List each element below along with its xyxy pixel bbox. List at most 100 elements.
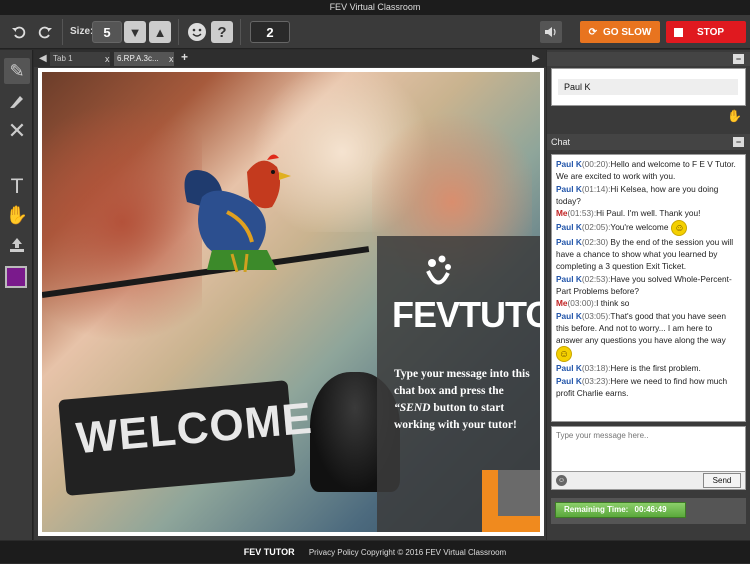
chat-sender: Paul K bbox=[556, 183, 582, 194]
smiley-icon bbox=[188, 23, 206, 41]
chat-timestamp: (02:05): bbox=[581, 221, 611, 232]
toolbar-divider bbox=[62, 19, 63, 45]
chat-timestamp: (00:20): bbox=[581, 159, 611, 169]
tab-1[interactable]: Tab 1 bbox=[50, 52, 110, 66]
chat-sender: Paul K bbox=[556, 159, 582, 169]
size-decrease-button[interactable]: ▼ bbox=[124, 21, 146, 43]
size-value: 5 bbox=[92, 21, 122, 43]
chat-message: Paul K(03:05):That's good that you have … bbox=[556, 310, 741, 362]
raise-hand-icon[interactable]: ✋ bbox=[727, 109, 742, 123]
chat-timestamp: (03:00): bbox=[567, 298, 597, 308]
chat-message: Paul K(03:18):Here is the first problem. bbox=[556, 362, 741, 374]
clear-icon[interactable]: ✕ bbox=[4, 118, 30, 144]
chat-sender: Paul K bbox=[556, 221, 582, 232]
chat-message: Paul K(01:14):Hi Kelsea, how are you doi… bbox=[556, 183, 741, 207]
fev-logo-mark bbox=[426, 255, 451, 285]
size-label: Size: bbox=[70, 26, 94, 37]
footer: FEV TUTOR Privacy Policy Copyright © 201… bbox=[0, 541, 750, 563]
minimize-participants-icon[interactable]: − bbox=[733, 54, 744, 64]
color-swatch[interactable] bbox=[5, 266, 27, 288]
smiley-emoji-icon: ☺ bbox=[671, 219, 688, 236]
tab-scroll-right-icon[interactable]: ▶ bbox=[532, 52, 540, 66]
stop-label: STOP bbox=[697, 26, 725, 38]
send-button[interactable]: Send bbox=[703, 473, 741, 488]
chat-sender: Paul K bbox=[556, 375, 582, 386]
whiteboard-canvas[interactable]: WELCOME FEVTUTOR Type your message into … bbox=[38, 68, 544, 536]
redo-icon[interactable] bbox=[34, 21, 56, 43]
smiley-emoji-icon: ☺ bbox=[556, 345, 572, 362]
top-toolbar: Size: 5 ▼ ▲ ? 2 ⟳ GO SLOW STOP bbox=[0, 15, 750, 49]
chat-input-area bbox=[551, 426, 746, 472]
chat-sender: Paul K bbox=[556, 310, 582, 321]
overlay-instructions: Type your message into this chat box and… bbox=[394, 368, 530, 431]
close-tab-2-icon[interactable]: x bbox=[169, 52, 174, 66]
chat-timestamp: (02:30) bbox=[581, 237, 609, 247]
chat-header: Chat − bbox=[547, 134, 750, 150]
chat-timestamp: (03:23): bbox=[581, 375, 611, 386]
upload-icon[interactable] bbox=[4, 232, 30, 258]
undo-icon[interactable] bbox=[8, 21, 30, 43]
chat-timestamp: (01:53): bbox=[567, 208, 597, 218]
arrow-down-icon: ▼ bbox=[128, 24, 142, 40]
toolbar-divider bbox=[178, 19, 179, 45]
stop-button[interactable]: STOP bbox=[666, 21, 746, 43]
remaining-time-label: Remaining Time: bbox=[564, 505, 629, 514]
pencil-icon[interactable]: ✎ bbox=[4, 58, 30, 84]
tab-bar: ◀ Tab 1 x 6.RP.A.3c... x + ▶ bbox=[34, 50, 546, 67]
tab-2[interactable]: 6.RP.A.3c... bbox=[114, 52, 174, 66]
chat-message: Paul K(02:53):Have you solved Whole-Perc… bbox=[556, 273, 741, 297]
speaker-button[interactable] bbox=[540, 21, 562, 43]
rooster-figure bbox=[184, 154, 291, 273]
go-slow-button[interactable]: ⟳ GO SLOW bbox=[580, 21, 660, 43]
toolbar-divider bbox=[240, 19, 241, 45]
participant-name[interactable]: Paul K bbox=[558, 79, 738, 95]
remaining-time-bar: Remaining Time: 00:46:49 bbox=[555, 502, 686, 518]
chat-text: I think so bbox=[596, 298, 630, 308]
participants-list: Paul K bbox=[551, 68, 746, 106]
close-tab-1-icon[interactable]: x bbox=[105, 52, 110, 66]
marker-icon[interactable] bbox=[4, 88, 30, 114]
refresh-icon: ⟳ bbox=[588, 26, 598, 38]
chat-message: Paul K(00:20):Hello and welcome to F E V… bbox=[556, 158, 741, 182]
right-panel: − Paul K ✋ Chat − Paul K(00:20):Hello an… bbox=[547, 50, 750, 540]
help-button[interactable]: ? bbox=[211, 21, 233, 43]
tab-scroll-left-icon[interactable]: ◀ bbox=[39, 52, 47, 66]
page-number[interactable]: 2 bbox=[250, 21, 290, 43]
chat-messages[interactable]: Paul K(00:20):Hello and welcome to F E V… bbox=[551, 154, 746, 422]
drawing-tools-panel: ✎ ✕ T ✋ bbox=[0, 50, 33, 540]
size-increase-button[interactable]: ▲ bbox=[149, 21, 171, 43]
arrow-up-icon: ▲ bbox=[153, 24, 167, 40]
window-title: FEV Virtual Classroom bbox=[0, 0, 750, 15]
timer-container: Remaining Time: 00:46:49 bbox=[551, 498, 746, 524]
chat-input[interactable] bbox=[552, 427, 745, 471]
chat-send-row: ☺ Send bbox=[551, 472, 746, 490]
chat-message: Paul K(03:23):Here we need to find how m… bbox=[556, 375, 741, 399]
footer-brand: FEV TUTOR bbox=[243, 547, 295, 557]
whiteboard-area: ◀ Tab 1 x 6.RP.A.3c... x + ▶ WELCOME FEV… bbox=[34, 50, 546, 540]
text-icon[interactable]: T bbox=[4, 174, 30, 200]
chat-text: Here is the first problem. bbox=[610, 363, 701, 373]
chat-timestamp: (03:18): bbox=[581, 363, 611, 373]
welcome-image: WELCOME FEVTUTOR Type your message into … bbox=[42, 72, 540, 532]
chat-timestamp: (02:53): bbox=[581, 273, 611, 284]
chat-timestamp: (01:14): bbox=[581, 183, 611, 194]
help-icon: ? bbox=[217, 23, 227, 41]
chat-sender: Paul K bbox=[556, 273, 582, 284]
chat-sender: Paul K bbox=[556, 363, 582, 373]
chat-message: Paul K(02:05):You're welcome ☺ bbox=[556, 219, 741, 236]
minimize-chat-icon[interactable]: − bbox=[733, 137, 744, 147]
go-slow-label: GO SLOW bbox=[603, 26, 652, 38]
hand-icon[interactable]: ✋ bbox=[4, 202, 30, 228]
add-tab-icon[interactable]: + bbox=[181, 50, 188, 64]
emoji-icon[interactable]: ☺ bbox=[556, 475, 567, 486]
smiley-button[interactable] bbox=[186, 21, 208, 43]
chat-label: Chat bbox=[551, 137, 571, 147]
footer-text[interactable]: Privacy Policy Copyright © 2016 FEV Virt… bbox=[309, 548, 506, 557]
chat-text: Hi Paul. I'm well. Thank you! bbox=[596, 208, 701, 218]
chat-message: Me(01:53):Hi Paul. I'm well. Thank you! bbox=[556, 207, 741, 219]
speaker-icon bbox=[545, 27, 556, 37]
remaining-time-value: 00:46:49 bbox=[634, 505, 667, 514]
chat-sender: Me bbox=[556, 298, 568, 308]
stop-icon bbox=[674, 27, 683, 37]
chat-timestamp: (03:05): bbox=[581, 310, 611, 321]
